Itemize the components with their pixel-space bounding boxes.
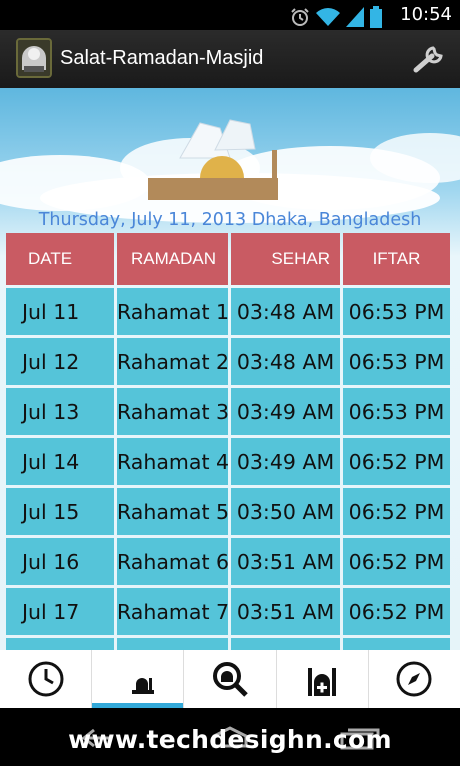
cell-ramadan: Rahamat 2 <box>117 338 229 385</box>
cell-sehar: 03:49 AM <box>231 438 340 485</box>
table-row[interactable]: Jul 15 Rahamat 5 03:50 AM 06:52 PM <box>6 488 456 535</box>
header-iftar: IFTAR <box>343 233 450 285</box>
ramadan-table: DATE RAMADAN SEHAR IFTAR Jul 11 Rahamat … <box>6 233 456 650</box>
table-row[interactable]: Jul 14 Rahamat 4 03:49 AM 06:52 PM <box>6 438 456 485</box>
table-row[interactable]: Jul 12 Rahamat 2 03:48 AM 06:53 PM <box>6 338 456 385</box>
ramadan-mosque-icon <box>124 664 154 694</box>
status-bar: 10:54 <box>0 0 460 30</box>
cell-empty <box>343 638 450 650</box>
header-ramadan: RAMADAN <box>117 233 228 285</box>
mosque-search-icon <box>213 662 248 697</box>
cell-empty <box>231 638 340 650</box>
header-date: DATE <box>6 233 114 285</box>
main-content[interactable]: Thursday, July 11, 2013 Dhaka, Banglades… <box>0 88 460 650</box>
cell-sehar: 03:49 AM <box>231 388 340 435</box>
signal-icon <box>346 7 364 27</box>
cell-ramadan: Rahamat 6 <box>117 538 229 585</box>
cell-ramadan: Rahamat 1 <box>117 288 229 335</box>
cell-ramadan: Rahamat 3 <box>117 388 229 435</box>
table-row[interactable]: Jul 13 Rahamat 3 03:49 AM 06:53 PM <box>6 388 456 435</box>
cell-sehar: 03:51 AM <box>231 538 340 585</box>
cell-iftar: 06:53 PM <box>343 288 450 335</box>
table-row[interactable]: Jul 11 Rahamat 1 03:48 AM 06:53 PM <box>6 288 456 335</box>
header-sehar: SEHAR <box>231 233 340 285</box>
cell-iftar: 06:52 PM <box>343 538 450 585</box>
date-location: Thursday, July 11, 2013 Dhaka, Banglades… <box>38 210 422 230</box>
wifi-icon <box>316 8 340 26</box>
cell-date: Jul 13 <box>6 388 114 435</box>
cell-ramadan: Rahamat 4 <box>117 438 229 485</box>
tab-mosque-add[interactable] <box>277 650 369 708</box>
table-row-partial[interactable] <box>6 638 456 650</box>
mosque-add-icon <box>308 668 337 696</box>
header-banner-image <box>0 119 460 223</box>
cell-empty <box>117 638 228 650</box>
table-row[interactable]: Jul 17 Rahamat 7 03:51 AM 06:52 PM <box>6 588 456 635</box>
compass-icon <box>396 661 432 697</box>
alarm-icon <box>291 8 309 26</box>
bottom-tab-bar <box>0 650 460 708</box>
cell-date: Jul 14 <box>6 438 114 485</box>
tab-clock[interactable] <box>0 650 93 708</box>
table-row[interactable]: Jul 16 Rahamat 6 03:51 AM 06:52 PM <box>6 538 456 585</box>
cell-date: Jul 16 <box>6 538 114 585</box>
status-icons <box>290 6 382 28</box>
watermark-text: www.techdesighn.com <box>68 725 392 754</box>
cell-date: Jul 17 <box>6 588 114 635</box>
action-bar: Salat-Ramadan-Masjid <box>0 30 460 89</box>
mosque-logo-icon[interactable] <box>16 38 52 78</box>
wrench-icon[interactable] <box>412 44 446 74</box>
cell-iftar: 06:52 PM <box>343 488 450 535</box>
cell-sehar: 03:51 AM <box>231 588 340 635</box>
battery-icon <box>370 6 382 28</box>
tab-ramadan[interactable] <box>92 650 185 708</box>
cell-iftar: 06:53 PM <box>343 338 450 385</box>
cell-empty <box>6 638 114 650</box>
cell-sehar: 03:48 AM <box>231 338 340 385</box>
cell-sehar: 03:50 AM <box>231 488 340 535</box>
app-title: Salat-Ramadan-Masjid <box>60 47 264 69</box>
clock-icon <box>28 661 64 697</box>
table-header: DATE RAMADAN SEHAR IFTAR <box>6 233 456 285</box>
cell-date: Jul 11 <box>6 288 114 335</box>
tab-mosque-search[interactable] <box>184 650 277 708</box>
status-time: 10:54 <box>400 4 452 25</box>
cell-sehar: 03:48 AM <box>231 288 340 335</box>
cell-date: Jul 15 <box>6 488 114 535</box>
tab-compass[interactable] <box>369 650 460 708</box>
system-nav-bar: www.techdesighn.com <box>0 708 460 766</box>
cell-ramadan: Rahamat 7 <box>117 588 229 635</box>
cell-iftar: 06:52 PM <box>343 438 450 485</box>
cell-ramadan: Rahamat 5 <box>117 488 229 535</box>
cell-iftar: 06:52 PM <box>343 588 450 635</box>
cell-iftar: 06:53 PM <box>343 388 450 435</box>
cell-date: Jul 12 <box>6 338 114 385</box>
